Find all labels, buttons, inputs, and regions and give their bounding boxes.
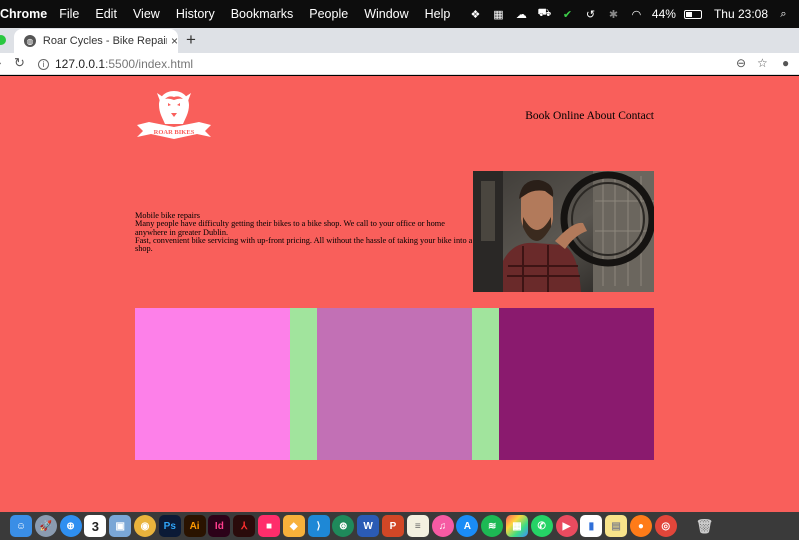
photoshop-icon[interactable]: Ps <box>158 515 181 537</box>
address-bar[interactable]: i 127.0.0.1:5500/index.html <box>32 54 780 74</box>
menu-help[interactable]: Help <box>425 7 451 21</box>
page-viewport: ROAR BIKES Book Online About Contact Mob… <box>0 76 799 512</box>
reload-icon[interactable]: ↻ <box>14 55 25 71</box>
nav-book-online[interactable]: Book Online <box>525 110 584 122</box>
notes-icon[interactable]: ≡ <box>406 515 429 537</box>
launchpad-icon[interactable]: 🚀 <box>34 515 57 537</box>
powerpoint-icon[interactable]: P <box>381 515 404 537</box>
creative-cloud-icon[interactable]: ☁ <box>514 8 529 21</box>
zoom-icon[interactable]: ⊖ <box>736 56 746 70</box>
menu-bookmarks[interactable]: Bookmarks <box>231 7 294 21</box>
sketch-icon[interactable]: ◆ <box>282 515 305 537</box>
macos-menu-bar: Chrome File Edit View History Bookmarks … <box>0 0 799 28</box>
plum-block <box>499 308 654 460</box>
status-tray: ❖ ▦ ☁ ⛟ ✔ ↺ ✱ ◠ 44% Thu 23:08 ⌕ <box>468 0 791 28</box>
new-tab-icon[interactable]: + <box>186 30 196 50</box>
wifi-icon[interactable]: ◠ <box>629 8 644 21</box>
whatsapp-icon[interactable]: ✆ <box>530 515 553 537</box>
check-circle-icon[interactable]: ✔ <box>560 8 575 21</box>
roar-bikes-logo[interactable]: ROAR BIKES <box>135 89 213 141</box>
pink-block <box>135 308 290 460</box>
stickies-icon[interactable]: ▤ <box>605 515 628 537</box>
tab-title: Roar Cycles - Bike Repairs in D <box>42 35 167 47</box>
bluetooth-icon[interactable]: ✱ <box>606 8 621 21</box>
browser-toolbar: › ↻ i 127.0.0.1:5500/index.html ⊖ ☆ ● <box>0 53 799 75</box>
safari-icon[interactable]: ⊕ <box>59 515 82 537</box>
chrome-canary-icon[interactable]: ◉ <box>133 515 156 537</box>
time-machine-icon[interactable]: ↺ <box>583 8 598 21</box>
green-gap-1 <box>290 308 317 460</box>
hero-paragraph-2: Fast, convenient bike servicing with up-… <box>135 235 473 254</box>
mechanic-photo <box>473 171 654 292</box>
itunes-icon[interactable]: ♫ <box>431 515 454 537</box>
calendar-icon[interactable]: 3 <box>84 515 107 537</box>
hero-text: Mobile bike repairs Many people have dif… <box>135 211 473 254</box>
battery-percent: 44% <box>651 7 676 21</box>
paw-icon[interactable]: ▶ <box>555 515 578 537</box>
menu-window[interactable]: Window <box>364 7 408 21</box>
app-menu-chrome[interactable]: Chrome <box>0 7 47 21</box>
cloud-sync-icon[interactable]: ⛟ <box>537 7 552 21</box>
url-host: 127.0.0.1 <box>55 57 106 71</box>
bookmark-star-icon[interactable]: ☆ <box>757 56 768 70</box>
stats-icon[interactable]: ▮ <box>580 515 603 537</box>
grid-app-icon[interactable]: ▦ <box>491 8 506 21</box>
dropbox-icon[interactable]: ❖ <box>468 8 483 21</box>
main-nav: Book Online About Contact <box>525 110 654 122</box>
trash-icon[interactable]: 🗑 <box>694 515 716 537</box>
menu-view[interactable]: View <box>133 7 160 21</box>
menu-file[interactable]: File <box>59 7 79 21</box>
globe-icon: ◍ <box>24 35 36 47</box>
vscode-icon[interactable]: ⟩ <box>307 515 330 537</box>
preview-icon[interactable]: ▣ <box>109 515 132 537</box>
close-tab-icon[interactable]: × <box>171 34 178 48</box>
logo-text: ROAR BIKES <box>154 129 195 136</box>
battery-icon[interactable] <box>683 9 702 19</box>
profile-avatar-icon[interactable]: ● <box>782 56 789 70</box>
window-maximize-button[interactable] <box>0 35 6 45</box>
menu-people[interactable]: People <box>309 7 348 21</box>
illustrator-icon[interactable]: Ai <box>183 515 206 537</box>
sourcetree-icon[interactable]: ⊛ <box>332 515 355 537</box>
firefox-icon[interactable]: ● <box>629 515 652 537</box>
color-blocks-grid <box>135 308 654 460</box>
finder-icon[interactable]: ☺ <box>10 515 32 537</box>
colors-icon[interactable]: ▦ <box>505 515 528 537</box>
chrome-icon[interactable]: ◎ <box>654 515 677 537</box>
word-icon[interactable]: W <box>357 515 380 537</box>
indesign-icon[interactable]: Id <box>208 515 231 537</box>
macos-dock: ☺ 🚀 ⊕ 3 ▣ ◉ Ps Ai Id ⅄ ■ ◆ ⟩ ⊛ W P ≡ ♫ A… <box>0 512 799 540</box>
nav-contact[interactable]: Contact <box>618 110 654 122</box>
back-icon[interactable]: › <box>0 55 1 70</box>
nav-about[interactable]: About <box>587 110 616 122</box>
menu-edit[interactable]: Edit <box>95 7 117 21</box>
orchid-block <box>317 308 472 460</box>
url-path: :5500/index.html <box>105 57 194 71</box>
spotify-icon[interactable]: ≋ <box>481 515 504 537</box>
hero-paragraph-1: Many people have difficulty getting thei… <box>135 219 445 237</box>
app-store-icon[interactable]: A <box>456 515 479 537</box>
menu-history[interactable]: History <box>176 7 215 21</box>
spotlight-icon[interactable]: ⌕ <box>776 8 791 21</box>
battery-level <box>685 11 693 17</box>
browser-tab[interactable]: ◍ Roar Cycles - Bike Repairs in D × <box>14 29 178 53</box>
browser-tab-bar: ◍ Roar Cycles - Bike Repairs in D × + <box>0 28 799 53</box>
green-gap-2 <box>472 308 499 460</box>
acrobat-icon[interactable]: ⅄ <box>233 515 256 537</box>
menubar-clock[interactable]: Thu 23:08 <box>714 7 768 21</box>
app-menus: Chrome File Edit View History Bookmarks … <box>0 7 466 21</box>
info-icon[interactable]: i <box>38 58 49 70</box>
pink-app-icon[interactable]: ■ <box>257 515 280 537</box>
